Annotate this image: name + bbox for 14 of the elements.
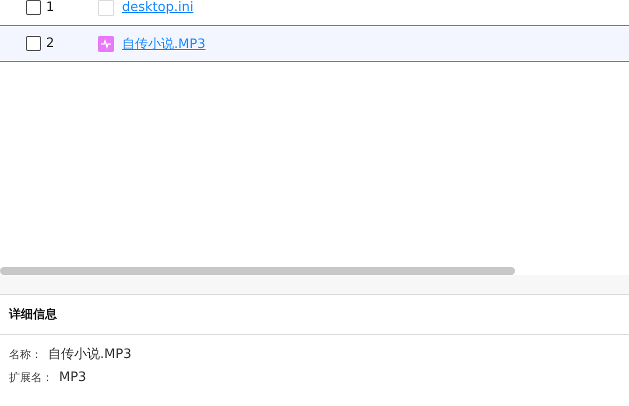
file-row[interactable]: 2 自传小说.MP3: [0, 26, 629, 62]
checkbox[interactable]: [26, 0, 41, 15]
row-number: 1: [46, 0, 56, 15]
field-value: MP3: [59, 370, 86, 385]
field-label: 扩展名：: [9, 370, 53, 385]
file-icon: [98, 0, 114, 16]
details-title: 详细信息: [9, 306, 57, 323]
file-row[interactable]: 1 desktop.ini: [0, 0, 629, 26]
row-number: 2: [46, 36, 56, 51]
checkbox[interactable]: [26, 36, 41, 51]
field-label: 名称：: [9, 347, 42, 362]
audio-file-icon: [98, 36, 114, 52]
scrollbar-thumb[interactable]: [0, 267, 515, 275]
field-value: 自传小说.MP3: [48, 346, 132, 363]
